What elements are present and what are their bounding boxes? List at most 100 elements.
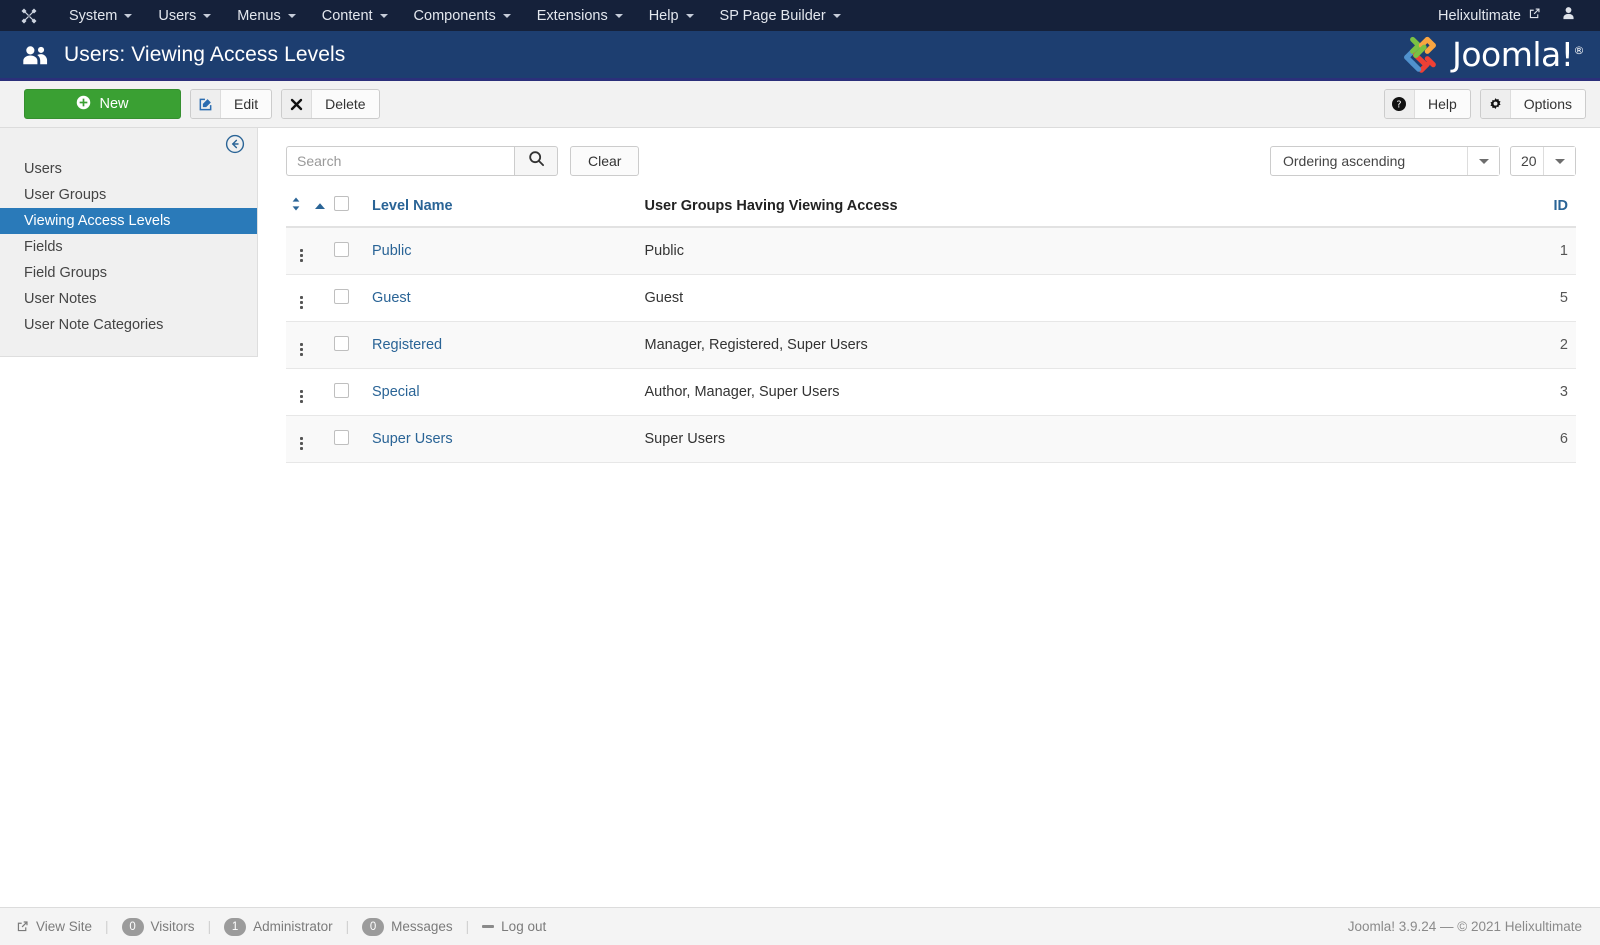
sidebar: Users User Groups Viewing Access Levels … [0,128,258,357]
menu-item-extensions[interactable]: Extensions [524,0,636,31]
menu-item-components[interactable]: Components [401,0,524,31]
view-site-link[interactable]: View Site [16,919,92,934]
caret-up-icon[interactable] [314,198,326,214]
sidebar-item-users[interactable]: Users [0,156,257,182]
row-id-cell: 1 [1500,227,1576,275]
row-level-name-cell: Super Users [372,416,645,463]
table-row: Registered Manager, Registered, Super Us… [286,322,1576,369]
menu-item-system[interactable]: System [56,0,145,31]
administrator-status[interactable]: 1 Administrator [224,918,333,936]
sidebar-menu: Users User Groups Viewing Access Levels … [0,128,257,338]
toolbar: New Edit Delete ? Help [0,81,1600,128]
clear-button-label: Clear [588,153,621,169]
level-name-link[interactable]: Public [372,243,412,259]
list-limit-select[interactable]: 20 [1510,146,1576,176]
row-user-groups-cell: Author, Manager, Super Users [645,369,1500,416]
menu-item-menus[interactable]: Menus [224,0,309,31]
level-name-link[interactable]: Registered [372,337,442,353]
chevron-down-icon [833,14,841,18]
sidebar-item-user-groups[interactable]: User Groups [0,182,257,208]
menu-item-content-label: Content [322,8,373,24]
column-select-all [334,196,372,227]
row-checkbox[interactable] [334,430,349,445]
column-level-name[interactable]: Level Name [372,196,645,227]
row-checkbox[interactable] [334,336,349,351]
new-button[interactable]: New [24,89,181,119]
row-drag-handle-cell [286,416,334,463]
users-icon [22,44,48,66]
search-button[interactable] [514,146,558,176]
ordering-select[interactable]: Ordering ascending [1270,146,1500,176]
menu-item-help[interactable]: Help [636,0,707,31]
search-input[interactable] [286,146,514,176]
column-user-groups-label: User Groups Having Viewing Access [645,198,898,214]
drag-handle-icon[interactable] [300,343,303,356]
visitors-label: Visitors [151,919,195,934]
messages-count-badge: 0 [362,918,384,936]
row-id-cell: 2 [1500,322,1576,369]
user-menu-button[interactable] [1551,0,1586,31]
external-link-icon [1528,7,1541,24]
help-button[interactable]: ? Help [1384,89,1471,119]
joomla-logo-text: Joomla!® [1452,38,1584,71]
chevron-down-icon [288,14,296,18]
row-drag-handle-cell [286,322,334,369]
messages-status[interactable]: 0 Messages [362,918,453,936]
column-id[interactable]: ID [1500,196,1576,227]
row-level-name-cell: Registered [372,322,645,369]
table-head: Level Name User Groups Having Viewing Ac… [286,196,1576,227]
logout-link[interactable]: Log out [482,919,546,934]
sidebar-item-user-note-categories[interactable]: User Note Categories [0,312,257,338]
minus-icon [482,925,494,928]
menu-item-help-label: Help [649,8,679,24]
sort-updown-icon[interactable] [290,197,302,215]
delete-button[interactable]: Delete [281,89,379,119]
edit-button[interactable]: Edit [190,89,272,119]
select-all-checkbox[interactable] [334,196,349,211]
row-checkbox[interactable] [334,383,349,398]
search-group [286,146,558,176]
options-button[interactable]: Options [1480,89,1586,119]
level-name-link[interactable]: Special [372,384,420,400]
clear-filters-button[interactable]: Clear [570,146,639,176]
table-row: Special Author, Manager, Super Users 3 [286,369,1576,416]
row-checkbox[interactable] [334,242,349,257]
page-header: Users: Viewing Access Levels Joomla!® [0,31,1600,81]
drag-handle-icon[interactable] [300,296,303,309]
visitors-count-badge: 0 [122,918,144,936]
sidebar-item-viewing-access-levels[interactable]: Viewing Access Levels [0,208,257,234]
joomla-brand-icon[interactable] [18,5,40,27]
drag-handle-icon[interactable] [300,249,303,262]
help-button-label: Help [1415,96,1470,112]
sidebar-item-label: Users [24,161,62,177]
new-button-label: New [91,96,128,112]
circle-arrow-left-icon[interactable] [225,134,245,154]
registered-mark: ® [1574,44,1585,57]
page-body: Users User Groups Viewing Access Levels … [0,128,1600,463]
sidebar-item-label: User Groups [24,187,106,203]
logout-label: Log out [501,919,546,934]
sidebar-item-field-groups[interactable]: Field Groups [0,260,257,286]
access-levels-table: Level Name User Groups Having Viewing Ac… [286,196,1576,463]
edit-button-label: Edit [221,96,271,112]
menu-item-users[interactable]: Users [145,0,224,31]
sidebar-item-fields[interactable]: Fields [0,234,257,260]
level-name-link[interactable]: Super Users [372,431,453,447]
status-bar: View Site | 0 Visitors | 1 Administrator… [0,907,1600,945]
table-row: Super Users Super Users 6 [286,416,1576,463]
drag-handle-icon[interactable] [300,437,303,450]
chevron-down-icon [1467,147,1499,175]
divider: | [346,919,350,934]
menu-item-sp-page-builder[interactable]: SP Page Builder [707,0,854,31]
sidebar-item-user-notes[interactable]: User Notes [0,286,257,312]
menu-item-content[interactable]: Content [309,0,401,31]
pencil-square-icon [191,90,221,118]
column-user-groups: User Groups Having Viewing Access [645,196,1500,227]
visitors-status[interactable]: 0 Visitors [122,918,195,936]
drag-handle-icon[interactable] [300,390,303,403]
menu-item-menus-label: Menus [237,8,281,24]
menu-item-components-label: Components [414,8,496,24]
level-name-link[interactable]: Guest [372,290,411,306]
row-checkbox[interactable] [334,289,349,304]
site-preview-link[interactable]: Helixultimate [1428,0,1551,31]
